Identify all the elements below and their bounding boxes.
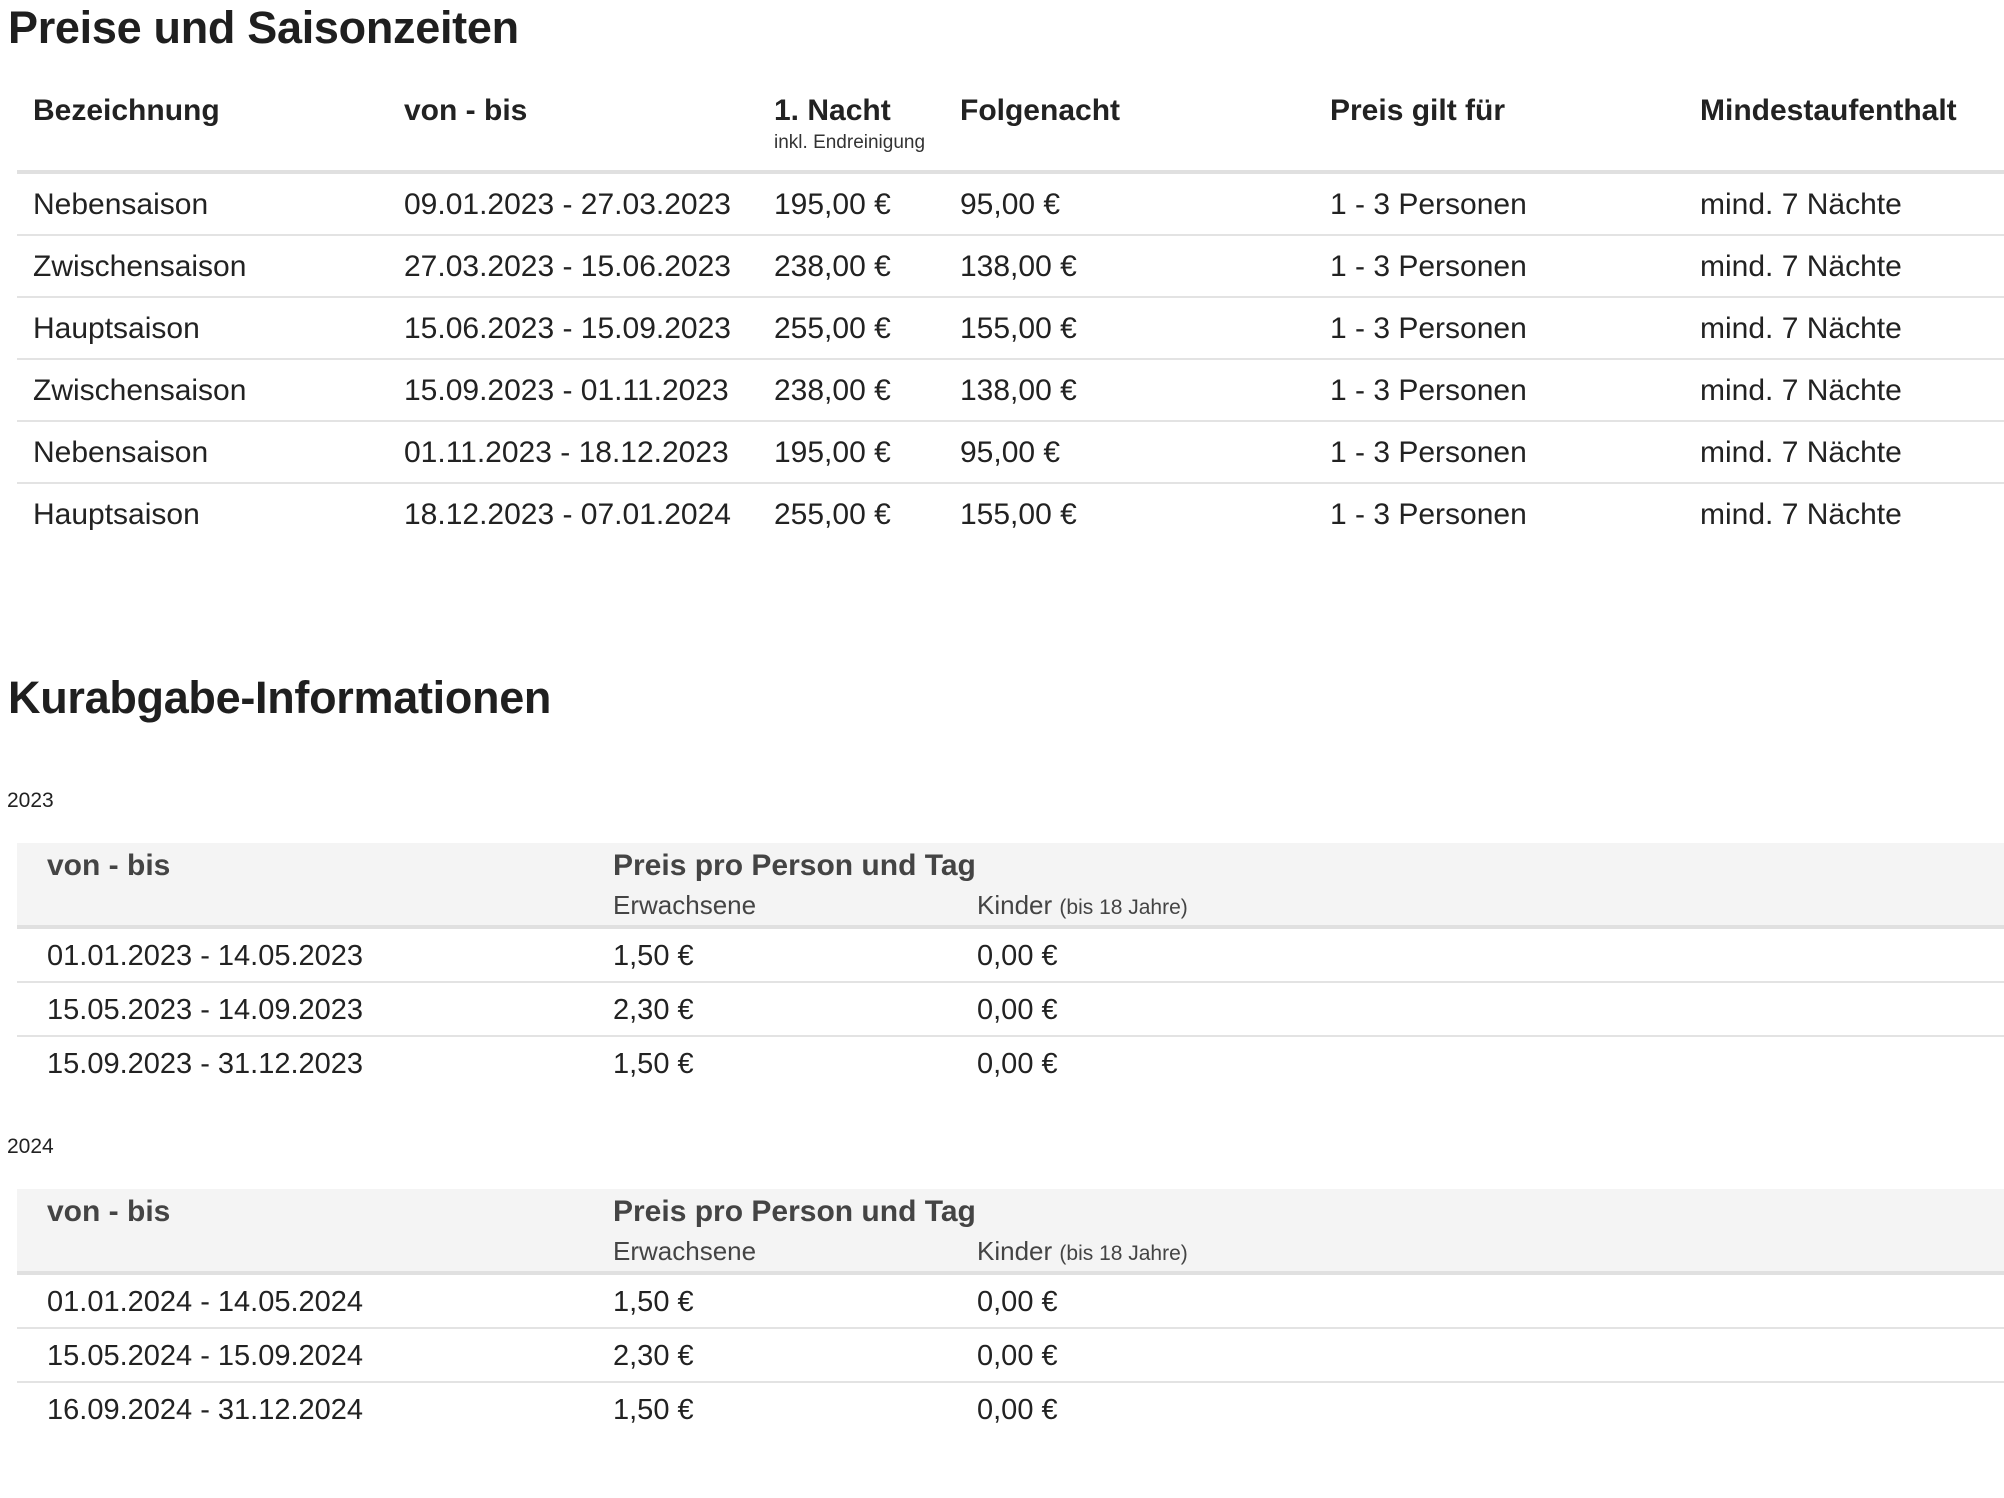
first-night-price: 238,00 €	[774, 374, 891, 407]
next-night-price: 155,00 €	[960, 312, 1077, 345]
valid-for: 1 - 3 Personen	[1330, 436, 1527, 469]
kur-period: 01.01.2024 - 14.05.2024	[47, 1286, 364, 1318]
kur-adults-price: 1,50 €	[613, 1048, 694, 1080]
valid-for: 1 - 3 Personen	[1330, 312, 1527, 345]
table-row: Nebensaison 09.01.2023 - 27.03.2023 195,…	[17, 174, 2004, 236]
header-adults: Erwachsene	[613, 1236, 757, 1266]
season-name: Zwischensaison	[33, 250, 247, 283]
season-name: Hauptsaison	[33, 498, 200, 531]
kur-adults-price: 1,50 €	[613, 940, 694, 972]
header-next-night: Folgenacht	[960, 94, 1121, 127]
kur-children-price: 0,00 €	[977, 1286, 1058, 1318]
kur-period: 15.05.2024 - 15.09.2024	[47, 1340, 364, 1372]
table-row: 01.01.2024 - 14.05.2024 1,50 € 0,00 €	[17, 1275, 2004, 1329]
prices-table: Bezeichnung von - bis 1. Nacht inkl. End…	[17, 90, 2004, 546]
table-row: 01.01.2023 - 14.05.2023 1,50 € 0,00 €	[17, 929, 2004, 983]
next-night-price: 138,00 €	[960, 250, 1077, 283]
kur-period: 15.09.2023 - 31.12.2023	[47, 1048, 364, 1080]
kur-adults-price: 2,30 €	[613, 1340, 694, 1372]
header-price: Preis pro Person und Tag	[613, 849, 976, 882]
year-label-2024: 2024	[7, 1135, 54, 1158]
first-night-price: 195,00 €	[774, 436, 891, 469]
header-period: von - bis	[404, 94, 528, 127]
next-night-price: 138,00 €	[960, 374, 1077, 407]
next-night-price: 155,00 €	[960, 498, 1077, 531]
kurabgabe-table-header: von - bis Preis pro Person und Tag Erwac…	[17, 1189, 2004, 1275]
table-row: 15.09.2023 - 31.12.2023 1,50 € 0,00 €	[17, 1037, 2004, 1091]
kur-period: 01.01.2023 - 14.05.2023	[47, 940, 364, 972]
header-period: von - bis	[47, 1195, 171, 1228]
next-night-price: 95,00 €	[960, 436, 1061, 469]
kur-adults-price: 1,50 €	[613, 1394, 694, 1426]
page: Preise und Saisonzeiten Bezeichnung von …	[0, 0, 2004, 1498]
min-stay: mind. 7 Nächte	[1700, 250, 1902, 283]
min-stay: mind. 7 Nächte	[1700, 312, 1902, 345]
header-first-night-label: 1. Nacht	[774, 94, 891, 127]
table-row: 15.05.2024 - 15.09.2024 2,30 € 0,00 €	[17, 1329, 2004, 1383]
season-name: Hauptsaison	[33, 312, 200, 345]
season-name: Nebensaison	[33, 188, 209, 221]
min-stay: mind. 7 Nächte	[1700, 498, 1902, 531]
kur-adults-price: 2,30 €	[613, 994, 694, 1026]
header-first-night-note: inkl. Endreinigung	[774, 132, 926, 153]
prices-table-header: Bezeichnung von - bis 1. Nacht inkl. End…	[17, 90, 2004, 174]
header-children: Kinder (bis 18 Jahre)	[977, 1236, 1188, 1267]
kur-children-price: 0,00 €	[977, 1048, 1058, 1080]
table-row: Hauptsaison 15.06.2023 - 15.09.2023 255,…	[17, 298, 2004, 360]
min-stay: mind. 7 Nächte	[1700, 436, 1902, 469]
table-row: 15.05.2023 - 14.09.2023 2,30 € 0,00 €	[17, 983, 2004, 1037]
prices-section-title: Preise und Saisonzeiten	[8, 2, 519, 53]
header-price: Preis pro Person und Tag	[613, 1195, 976, 1228]
valid-for: 1 - 3 Personen	[1330, 250, 1527, 283]
valid-for: 1 - 3 Personen	[1330, 498, 1527, 531]
header-adults: Erwachsene	[613, 890, 757, 920]
season-period: 15.06.2023 - 15.09.2023	[404, 312, 731, 345]
valid-for: 1 - 3 Personen	[1330, 188, 1527, 221]
table-row: Zwischensaison 27.03.2023 - 15.06.2023 2…	[17, 236, 2004, 298]
header-first-night: 1. Nacht inkl. Endreinigung	[774, 94, 925, 154]
first-night-price: 195,00 €	[774, 188, 891, 221]
header-valid-for: Preis gilt für	[1330, 94, 1506, 127]
header-children-label: Kinder	[977, 890, 1053, 920]
season-period: 09.01.2023 - 27.03.2023	[404, 188, 731, 221]
kur-children-price: 0,00 €	[977, 1394, 1058, 1426]
season-period: 15.09.2023 - 01.11.2023	[404, 374, 729, 407]
season-period: 18.12.2023 - 07.01.2024	[404, 498, 731, 531]
header-children-note: (bis 18 Jahre)	[1059, 1242, 1188, 1265]
table-row: Hauptsaison 18.12.2023 - 07.01.2024 255,…	[17, 484, 2004, 546]
kur-children-price: 0,00 €	[977, 940, 1058, 972]
first-night-price: 255,00 €	[774, 312, 891, 345]
season-name: Zwischensaison	[33, 374, 247, 407]
first-night-price: 238,00 €	[774, 250, 891, 283]
header-children-label: Kinder	[977, 1236, 1053, 1266]
header-children-note: (bis 18 Jahre)	[1059, 896, 1188, 919]
kur-adults-price: 1,50 €	[613, 1286, 694, 1318]
header-min-stay: Mindestaufenthalt	[1700, 94, 1957, 127]
kur-period: 16.09.2024 - 31.12.2024	[47, 1394, 364, 1426]
min-stay: mind. 7 Nächte	[1700, 188, 1902, 221]
table-row: 16.09.2024 - 31.12.2024 1,50 € 0,00 €	[17, 1383, 2004, 1437]
table-row: Zwischensaison 15.09.2023 - 01.11.2023 2…	[17, 360, 2004, 422]
season-period: 27.03.2023 - 15.06.2023	[404, 250, 731, 283]
min-stay: mind. 7 Nächte	[1700, 374, 1902, 407]
first-night-price: 255,00 €	[774, 498, 891, 531]
header-period: von - bis	[47, 849, 171, 882]
season-name: Nebensaison	[33, 436, 209, 469]
kurabgabe-table-2024: von - bis Preis pro Person und Tag Erwac…	[17, 1189, 2004, 1437]
kurabgabe-section-title: Kurabgabe-Informationen	[8, 672, 552, 723]
year-label-2023: 2023	[7, 789, 54, 812]
valid-for: 1 - 3 Personen	[1330, 374, 1527, 407]
season-period: 01.11.2023 - 18.12.2023	[404, 436, 729, 469]
next-night-price: 95,00 €	[960, 188, 1061, 221]
table-row: Nebensaison 01.11.2023 - 18.12.2023 195,…	[17, 422, 2004, 484]
kur-children-price: 0,00 €	[977, 994, 1058, 1026]
kurabgabe-table-2023: von - bis Preis pro Person und Tag Erwac…	[17, 843, 2004, 1091]
kur-period: 15.05.2023 - 14.09.2023	[47, 994, 364, 1026]
kurabgabe-table-header: von - bis Preis pro Person und Tag Erwac…	[17, 843, 2004, 929]
header-name: Bezeichnung	[33, 94, 220, 127]
kur-children-price: 0,00 €	[977, 1340, 1058, 1372]
header-children: Kinder (bis 18 Jahre)	[977, 890, 1188, 921]
